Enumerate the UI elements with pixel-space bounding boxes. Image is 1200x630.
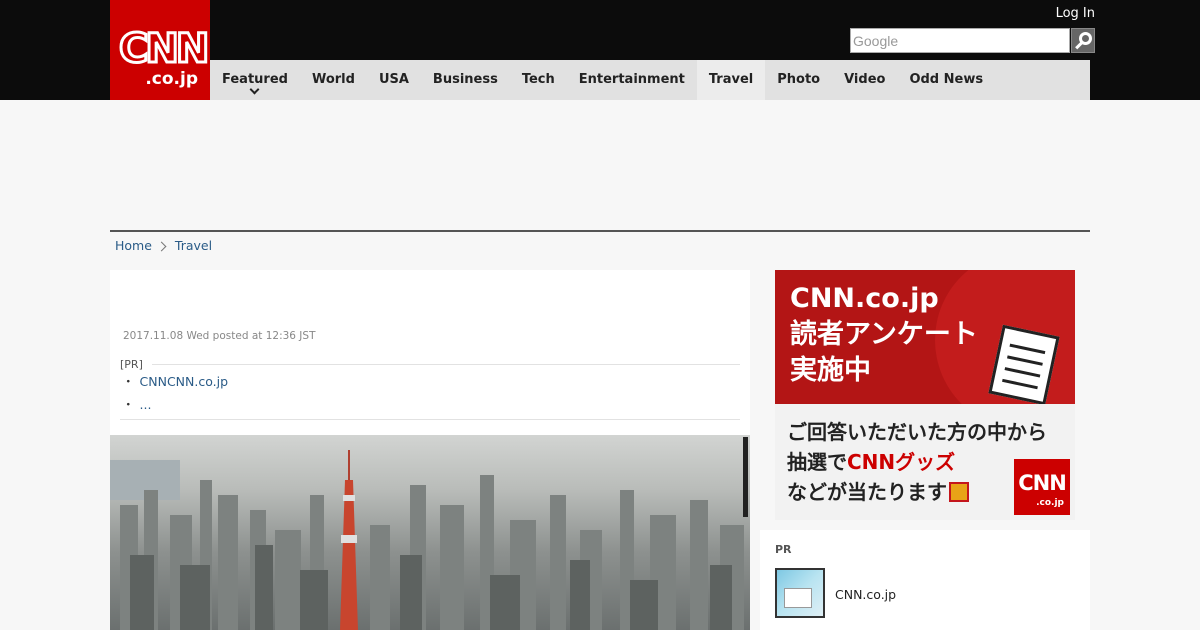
mini-logo-text: CNN (1018, 471, 1067, 495)
nav-item-travel[interactable]: Travel (696, 60, 766, 100)
pr-link-text: CNNCNN.co.jp (139, 374, 229, 389)
nav-item-label: Tech (521, 72, 555, 87)
search-button[interactable] (1071, 28, 1095, 53)
nav-item-featured[interactable]: Featured (210, 60, 300, 100)
survey-text-line: 抽選でCNNグッズ (787, 448, 955, 476)
pr-label: [PR] (120, 358, 143, 371)
survey-title: CNN.co.jp (790, 283, 939, 314)
divider (152, 364, 740, 365)
nav-item-usa[interactable]: USA (367, 60, 421, 100)
nav-item-business[interactable]: Business (421, 60, 510, 100)
search-icon-handle (1075, 41, 1083, 50)
divider (120, 419, 740, 420)
nav-item-odd-news[interactable]: Odd News (897, 60, 995, 100)
gift-icon (949, 482, 969, 502)
header-divider (110, 230, 1090, 232)
nav-item-photo[interactable]: Photo (765, 60, 832, 100)
cnn-logo[interactable]: CNN .co.jp (110, 0, 211, 100)
pr-box-title: PR (775, 543, 792, 556)
survey-text-part: 抽選で (787, 450, 847, 474)
login-link[interactable]: Log In (1040, 6, 1095, 22)
chevron-right-icon (156, 241, 167, 251)
survey-banner[interactable]: CNN.co.jp 読者アンケート 実施中 ご回答いただいた方の中から 抽選でC… (775, 270, 1075, 520)
nav-item-entertainment[interactable]: Entertainment (567, 60, 697, 100)
nav-item-label: Entertainment (578, 72, 685, 87)
bullet: ・ (122, 374, 135, 389)
nav-item-label: Odd News (909, 72, 984, 87)
nav-item-label: World (311, 72, 355, 87)
survey-highlight: CNNグッズ (847, 450, 956, 474)
nav-item-label: Photo (777, 72, 821, 87)
pr-link[interactable]: ・... (122, 397, 151, 413)
survey-banner-top: CNN.co.jp 読者アンケート 実施中 (775, 270, 1075, 404)
survey-text-line: などが当たります (787, 478, 969, 506)
nav-item-label: Travel (708, 72, 754, 87)
nav-item-video[interactable]: Video (832, 60, 897, 100)
breadcrumb-travel[interactable]: Travel (175, 238, 212, 254)
pr-link-text: ... (139, 397, 152, 412)
breadcrumb: Home Travel (115, 238, 212, 254)
survey-subtitle: 読者アンケート (790, 319, 978, 350)
nav-item-label: USA (378, 72, 409, 87)
nav-item-tech[interactable]: Tech (510, 60, 567, 100)
bullet: ・ (122, 397, 135, 412)
tokyo-tower (340, 450, 358, 630)
nav-item-world[interactable]: World (300, 60, 367, 100)
sidebar-pr-box: PR CNN.co.jp (760, 530, 1090, 630)
survey-text-part: などが当たります (787, 480, 947, 504)
photo-credit (743, 437, 748, 517)
article-timestamp: 2017.11.08 Wed posted at 12:36 JST (123, 330, 316, 342)
mini-logo-subtext: .co.jp (1036, 498, 1064, 508)
article-header-card: 2017.11.08 Wed posted at 12:36 JST [PR] … (110, 270, 750, 435)
cnn-mini-logo: CNN .co.jp (1014, 459, 1070, 515)
article-hero-image (110, 435, 750, 630)
pr-link[interactable]: ・ CNNCNN.co.jp (122, 374, 228, 390)
survey-text-line: ご回答いただいた方の中から (787, 420, 1047, 444)
pr-thumbnail[interactable] (775, 568, 825, 618)
city-skyline-image (110, 450, 744, 630)
ad-space (110, 100, 1090, 230)
envelope-icon (784, 588, 812, 608)
top-bar: CNN .co.jp Log In Featured World USA Bus… (0, 0, 1200, 100)
survey-banner-bottom: ご回答いただいた方の中から 抽選でCNNグッズ などが当たります CNN .co… (775, 404, 1075, 520)
search-input[interactable] (850, 28, 1070, 53)
logo-text: CNN (118, 25, 211, 74)
breadcrumb-home[interactable]: Home (115, 238, 152, 254)
main-nav: Featured World USA Business Tech Enterta… (210, 60, 1090, 100)
pr-box-link[interactable]: CNN.co.jp (835, 587, 896, 603)
nav-item-label: Business (432, 72, 498, 87)
logo-subtext: .co.jp (145, 69, 198, 89)
survey-status: 実施中 (790, 355, 871, 386)
nav-item-label: Video (844, 72, 886, 87)
